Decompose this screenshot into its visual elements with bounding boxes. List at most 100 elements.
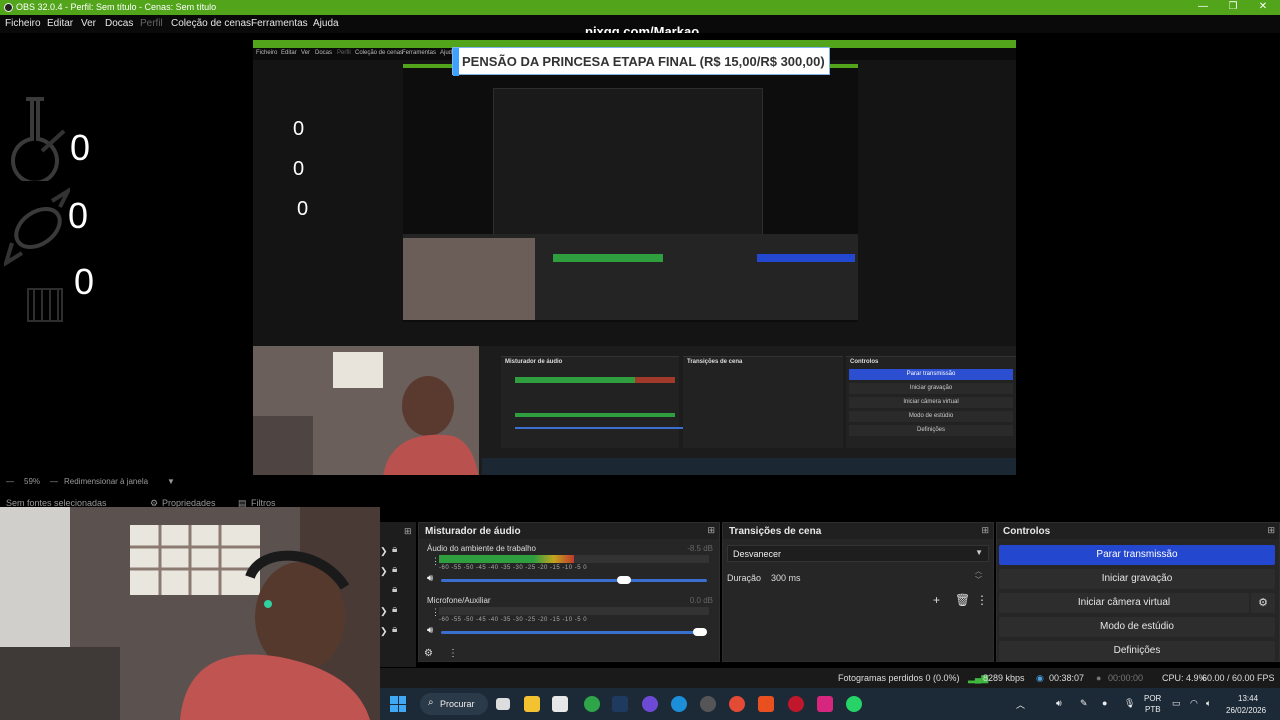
menu-ver[interactable]: Ver (81, 18, 96, 29)
nested-counter: 0 (293, 118, 305, 140)
close-button[interactable]: ✕ (1248, 1, 1278, 14)
menu-ficheiro[interactable]: Ficheiro (5, 18, 41, 29)
chrome-icon[interactable] (729, 696, 745, 712)
menu-editar[interactable]: Editar (47, 18, 73, 29)
track-db: 0.0 dB (689, 596, 713, 605)
transition-select-value: Desvanecer (733, 549, 782, 559)
nested-docks: Misturador de áudio Transições de cena C… (253, 346, 1016, 477)
menu-ajuda[interactable]: Ajuda (313, 18, 339, 29)
minimize-button[interactable]: — (1188, 1, 1218, 14)
steam-icon[interactable] (612, 696, 628, 712)
lock-icon[interactable]: 🔒︎ (392, 564, 397, 575)
trash-icon[interactable]: 🗑︎ (955, 593, 970, 607)
level-meter-fill (439, 555, 574, 563)
mixer-title: Misturador de áudio (425, 526, 521, 537)
sources-list-strip: ⊞ ❯ 🔒︎ ❯ 🔒︎ 🔒︎ ❯ 🔒︎ ❯ 🔒︎ (380, 522, 416, 667)
fps: 60.00 / 60.00 FPS (1202, 673, 1275, 683)
wifi-icon[interactable]: ◠ (1190, 698, 1198, 709)
add-transition-button[interactable]: + (933, 593, 940, 607)
menu-docas[interactable]: Docas (105, 18, 133, 29)
app-tray-icon[interactable]: ● (1102, 698, 1107, 708)
microphone-icon[interactable]: 🎙︎ (1124, 698, 1135, 709)
track-db: -8.5 dB (687, 544, 713, 553)
nested-control-button: Modo de estúdio (849, 411, 1013, 422)
whatsapp-icon[interactable] (846, 696, 862, 712)
volume-slider-knob[interactable] (693, 628, 707, 636)
instagram-icon[interactable] (817, 696, 833, 712)
settings-button[interactable]: Definições (999, 641, 1275, 661)
webcam-overlay (0, 507, 380, 720)
studio-mode-button[interactable]: Modo de estúdio (999, 617, 1275, 637)
dock-options-icon[interactable]: ⊞ (1267, 525, 1275, 536)
clock-date[interactable]: 26/02/2026 (1226, 706, 1266, 715)
maximize-button[interactable]: ❐ (1218, 1, 1248, 14)
speaker-icon[interactable]: 🔊︎ (1056, 698, 1062, 709)
lock-icon[interactable]: 🔒︎ (392, 544, 397, 555)
store-icon[interactable] (552, 696, 568, 712)
meter-scale: -60 -55 -50 -45 -40 -35 -30 -25 -20 -15 … (439, 617, 588, 623)
nested-menu-item: Ferramentas (402, 50, 437, 56)
monitor-icon[interactable]: ▭ (1172, 698, 1181, 709)
broadcast-icon: ◉ (1036, 673, 1044, 683)
stop-stream-button[interactable]: Parar transmissão (999, 545, 1275, 565)
chevron-right-icon[interactable]: ❯ (380, 626, 388, 637)
dock-options-icon[interactable]: ⊞ (981, 525, 989, 536)
volume-slider[interactable] (441, 576, 707, 584)
kebab-menu-icon[interactable]: ⋮ (448, 648, 458, 659)
track-name: Microfone/Auxiliar (427, 596, 491, 605)
taskbar-search-label: Procurar (440, 699, 475, 709)
duration-spinner[interactable]: ︿ ﹀ (975, 567, 982, 585)
bitrate: 8289 kbps (983, 673, 1025, 683)
kebab-menu-icon[interactable]: ⋮ (976, 593, 988, 607)
task-view-icon[interactable] (496, 698, 510, 710)
counter-value: 0 (74, 261, 95, 302)
chevron-right-icon[interactable]: ❯ (380, 546, 388, 557)
resize-to-window[interactable]: Redimensionar à janela (64, 477, 148, 486)
obs-app-icon[interactable] (700, 696, 716, 712)
start-recording-button[interactable]: Iniciar gravação (999, 569, 1275, 589)
language-indicator[interactable]: POR (1144, 694, 1161, 703)
lock-icon[interactable]: 🔒︎ (392, 604, 397, 615)
menu-ferramentas[interactable]: Ferramentas (251, 18, 308, 29)
banner-text: PENSÃO DA PRINCESA ETAPA FINAL (R$ 15,00… (462, 54, 825, 69)
chevron-up-icon[interactable]: ︿ (1016, 698, 1025, 711)
lock-icon[interactable]: 🔒︎ (392, 584, 397, 595)
volume-slider-knob[interactable] (617, 576, 631, 584)
dock-options-icon[interactable]: ⊞ (707, 525, 715, 536)
controls-dock: Controlos ⊞ Parar transmissão Iniciar gr… (996, 522, 1280, 662)
edge-icon[interactable] (671, 696, 687, 712)
volume-slider[interactable] (441, 628, 707, 636)
nested-mixer-title: Misturador de áudio (505, 359, 563, 365)
nested-menu-item: Ficheiro (256, 50, 278, 56)
chevron-right-icon[interactable]: ❯ (380, 606, 388, 617)
speaker-icon[interactable]: 🔊︎ (427, 625, 433, 636)
zoom-minus-button[interactable]: — (6, 477, 14, 486)
discord-icon[interactable] (642, 696, 658, 712)
keyboard-layout[interactable]: PTB (1145, 705, 1161, 714)
app-icon[interactable] (758, 696, 774, 712)
file-explorer-icon[interactable] (524, 696, 540, 712)
app-icon[interactable] (788, 696, 804, 712)
speaker-icon[interactable]: 🔊︎ (427, 573, 433, 584)
nested-transitions-dock: Transições de cena (683, 356, 843, 448)
pen-icon[interactable]: ✎ (1080, 698, 1088, 709)
live-time: 00:38:07 (1049, 673, 1085, 683)
chevron-right-icon[interactable]: ❯ (380, 566, 388, 577)
clock-time[interactable]: 13:44 (1238, 694, 1258, 703)
dock-options-icon[interactable]: ⊞ (404, 526, 412, 537)
windows-start-icon[interactable] (390, 696, 406, 712)
audio-mixer-dock: Misturador de áudio ⊞ Áudio do ambiente … (418, 522, 720, 662)
gear-icon[interactable]: ⚙ (424, 648, 433, 659)
zoom-plus-button[interactable]: — (50, 477, 58, 486)
xbox-icon[interactable] (584, 696, 600, 712)
duration-input[interactable]: 300 ms (771, 573, 801, 583)
start-virtual-camera-button[interactable]: Iniciar câmera virtual (999, 593, 1249, 613)
chevron-down-icon[interactable]: ▼ (167, 477, 175, 486)
level-meter (439, 555, 709, 563)
menu-perfil[interactable]: Perfil (140, 18, 163, 29)
menu-colecao-cenas[interactable]: Coleção de cenas (171, 18, 251, 29)
volume-icon[interactable]: 🔈︎ (1206, 698, 1211, 709)
transition-select[interactable]: Desvanecer ▼ (727, 545, 989, 562)
gear-icon[interactable]: ⚙ (1251, 593, 1275, 613)
lock-icon[interactable]: 🔒︎ (392, 624, 397, 635)
